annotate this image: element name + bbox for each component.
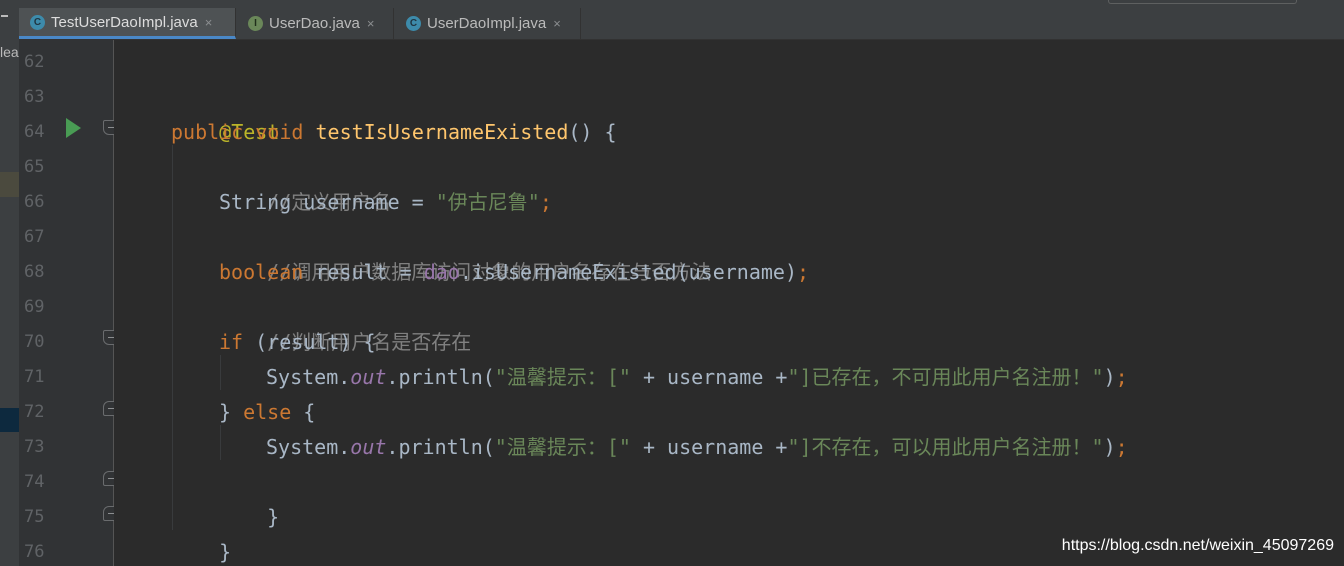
code-token: + username + — [630, 365, 788, 389]
code-line-75: } — [171, 500, 231, 564]
string-token: "伊古尼鲁" — [435, 190, 540, 214]
code-token: + username + — [630, 435, 788, 459]
semicolon-token: ; — [797, 260, 810, 284]
string-token: "温馨提示：[" — [494, 435, 631, 459]
line-number: 62 — [24, 52, 45, 72]
code-token: System. — [266, 435, 351, 459]
close-icon[interactable]: × — [367, 16, 375, 31]
keyword-token: boolean — [219, 260, 304, 284]
line-number: 66 — [24, 192, 45, 212]
code-token: } — [219, 540, 232, 564]
collapse-icon[interactable] — [1, 15, 8, 17]
indent-guide — [220, 425, 221, 460]
interface-icon: I — [248, 16, 263, 31]
code-token: } — [219, 400, 244, 424]
code-token: (result) { — [243, 330, 376, 354]
code-line-71: System.out.println("温馨提示：[" + username +… — [266, 360, 1128, 395]
tab-user-dao[interactable]: I UserDao.java × — [237, 8, 394, 39]
tab-label: UserDao.java — [269, 15, 360, 32]
close-icon[interactable]: × — [553, 16, 561, 31]
indent-guide — [172, 145, 173, 530]
class-icon: C — [406, 16, 421, 31]
code-line-73: System.out.println("温馨提示：[" + username +… — [266, 430, 1128, 465]
semicolon-token: ; — [539, 190, 552, 214]
code-token: ) — [1103, 365, 1116, 389]
code-line-64: public void testIsUsernameExisted() { — [171, 115, 617, 150]
string-token: "]不存在，可以用此用户名注册！" — [787, 435, 1104, 459]
tab-label: TestUserDaoImpl.java — [51, 13, 198, 31]
line-number: 67 — [24, 227, 45, 247]
code-line-70: if (result) { — [219, 325, 376, 360]
field-token: dao — [423, 260, 460, 284]
code-line-66: String username = "伊古尼鲁"; — [219, 185, 552, 220]
string-token: "]已存在，不可用此用户名注册！" — [787, 365, 1104, 389]
code-token: ) — [1103, 435, 1116, 459]
code-token: .println( — [386, 435, 495, 459]
type-token: String — [219, 190, 292, 214]
line-number: 65 — [24, 157, 45, 177]
class-test-icon: C — [30, 14, 45, 30]
code-line-68: boolean result = dao.isUsernameExisted(u… — [219, 255, 809, 290]
run-test-icon[interactable] — [66, 118, 81, 138]
line-number: 69 — [24, 297, 45, 317]
semicolon-token: ; — [1115, 365, 1128, 389]
project-tree-highlight — [0, 172, 19, 197]
semicolon-token: ; — [1115, 435, 1128, 459]
string-token: "温馨提示：[" — [494, 365, 631, 389]
code-token: System. — [266, 365, 351, 389]
keyword-token: if — [219, 330, 244, 354]
line-number: 76 — [24, 542, 45, 562]
tab-test-user-dao-impl[interactable]: C TestUserDaoImpl.java × — [19, 8, 236, 39]
code-token: { — [291, 400, 316, 424]
line-number: 70 — [24, 332, 45, 352]
method-name-token: testIsUsernameExisted — [315, 120, 569, 144]
keyword-token: else — [243, 400, 292, 424]
editor-tab-bar: C TestUserDaoImpl.java × I UserDao.java … — [19, 8, 1344, 40]
watermark-url: https://blog.csdn.net/weixin_45097269 — [1061, 537, 1334, 554]
project-panel-strip[interactable]: lea — [0, 0, 19, 566]
tab-user-dao-impl[interactable]: C UserDaoImpl.java × — [395, 8, 581, 39]
project-tree-peek-text: lea — [0, 44, 19, 60]
line-number: 64 — [24, 122, 45, 142]
static-field-token: out — [350, 365, 387, 389]
code-token: result = — [303, 260, 424, 284]
code-line-72: } else { — [219, 395, 315, 430]
code-line-69: //判断用户名是否存在 — [219, 290, 471, 354]
code-token: .println( — [386, 365, 495, 389]
line-number: 63 — [24, 87, 45, 107]
code-line-74: } — [219, 465, 279, 529]
code-editor[interactable]: @Test public void testIsUsernameExisted(… — [114, 40, 1344, 566]
project-tree-selection — [0, 408, 19, 432]
line-number: 68 — [24, 262, 45, 282]
line-number: 73 — [24, 437, 45, 457]
keyword-token: public — [171, 120, 244, 144]
code-token: } — [267, 505, 280, 529]
close-icon[interactable]: × — [205, 15, 213, 30]
code-token: () { — [568, 120, 617, 144]
tab-label: UserDaoImpl.java — [427, 15, 547, 32]
line-number: 74 — [24, 472, 45, 492]
line-number: 75 — [24, 507, 45, 527]
static-field-token: out — [350, 435, 387, 459]
line-number: 72 — [24, 402, 45, 422]
line-number: 71 — [24, 367, 45, 387]
code-token: .isUsernameExisted(username) — [459, 260, 797, 284]
code-token: username = — [291, 190, 436, 214]
code-line-67: //调用用户数据库访问对象的用户名存在与否方法 — [219, 220, 711, 284]
keyword-token: void — [255, 120, 304, 144]
code-line-63: @Test — [171, 80, 279, 144]
code-line-65: //定义用户名 — [219, 150, 391, 214]
search-box-edge[interactable] — [1108, 0, 1297, 4]
